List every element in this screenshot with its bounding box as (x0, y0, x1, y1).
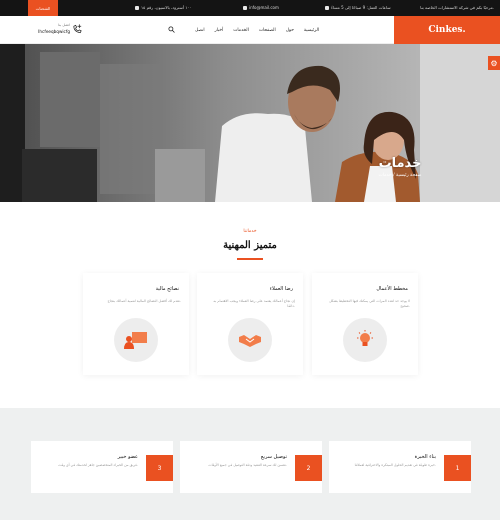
feature-number: 2 (295, 455, 322, 481)
nav-about[interactable]: حول (286, 28, 294, 33)
feature-title: عضو خبير (117, 454, 138, 460)
feature-desc: نضمن لك سرعة التنفيذ ودقة التوصيل في جمي… (208, 463, 287, 467)
nav-news[interactable]: أخبار (215, 28, 224, 33)
clock-icon (325, 5, 329, 10)
service-desc: إن نجاح أعمالك يعتمد على رضا العملاء ويج… (213, 299, 295, 308)
address-text: ١٠٠ أسترود، بالاسيون، رقم ١٥ (141, 5, 192, 10)
nav-pages[interactable]: الصفحات (259, 28, 276, 33)
service-desc: نقدم لك أفضل النصائح المالية لتنمية أعما… (107, 299, 181, 303)
service-title: رضا العملاء (269, 286, 293, 292)
feature-card-experience[interactable]: 1 بناء الخبرة خبرة طويلة في تقديم الحلول… (329, 441, 471, 493)
hero-title: خدمات (378, 156, 422, 171)
service-desc: لا يوجد حد لعدد المرات التي يمكنك فيها ا… (329, 299, 410, 308)
mail-icon (243, 5, 247, 10)
phone-icon (73, 24, 82, 34)
nav-services[interactable]: الخدمات (233, 28, 249, 33)
service-icon-circle (228, 318, 272, 362)
phone-contact[interactable]: اتصل بنا Ihcfeeqbqwicfg (4, 21, 84, 39)
main-nav: الرئيسية حول الصفحات الخدمات أخبار اتصل (195, 16, 319, 44)
service-icon-circle (114, 318, 158, 362)
phone-number[interactable]: Ihcfeeqbqwicfg (38, 29, 70, 34)
topbar-tagline: مرحبًا بكم في شركة الاستشارات الخاصة بنا… (420, 5, 494, 10)
nav-contact[interactable]: اتصل (195, 28, 205, 33)
service-card-customer[interactable]: رضا العملاء إن نجاح أعمالك يعتمد على رضا… (197, 273, 303, 375)
hero-banner: خدمات صفحة رئيسية / خدمات (0, 44, 500, 202)
search-icon[interactable] (168, 26, 175, 33)
presenter-icon (124, 332, 147, 349)
site-header: اتصل بنا Ihcfeeqbqwicfg الرئيسية حول الص… (0, 16, 500, 44)
service-title: مخطط الأعمال (376, 286, 408, 292)
phone-label: اتصل بنا (58, 23, 70, 27)
address-info: ١٠٠ أسترود، بالاسيون، رقم ١٥ (135, 5, 192, 10)
feature-desc: خبرة طويلة في تقديم الحلول المبتكرة والا… (354, 463, 436, 467)
section-tag: خدماتنا (243, 229, 257, 234)
service-card-business[interactable]: مخطط الأعمال لا يوجد حد لعدد المرات التي… (312, 273, 418, 375)
feature-title: بناء الخبرة (414, 454, 436, 460)
shipments-button-label: الشحنات (35, 5, 51, 11)
top-bar: الشحنات ١٠٠ أسترود، بالاسيون، رقم ١٥ inf… (0, 0, 500, 16)
feature-number: 3 (146, 455, 173, 481)
shipments-button[interactable]: الشحنات (28, 0, 58, 16)
feature-desc: فريق من الخبراء المتخصصين جاهز لخدمتك في… (58, 463, 138, 467)
location-icon (135, 5, 139, 10)
brand-name: Cinkes. (428, 25, 466, 35)
service-title: نصائح مالية (155, 286, 179, 292)
hero-photo (0, 44, 500, 202)
feature-card-delivery[interactable]: 2 توصيل سريع نضمن لك سرعة التنفيذ ودقة ا… (180, 441, 322, 493)
bulb-icon (357, 330, 373, 346)
hours-info: ساعات العمل: 9 صباحًا إلى 5 مساءً (325, 5, 391, 10)
hero-breadcrumb[interactable]: صفحة رئيسية / خدمات (350, 173, 450, 178)
feature-title: توصيل سريع (260, 454, 287, 460)
gear-icon[interactable]: ⚙ (488, 56, 500, 70)
brand-logo[interactable]: Cinkes. (394, 16, 500, 44)
nav-home[interactable]: الرئيسية (304, 28, 319, 33)
feature-number: 1 (444, 455, 471, 481)
email-text[interactable]: info@mail.com (249, 5, 279, 10)
title-divider (237, 258, 263, 260)
section-title: متميز المهنية (223, 240, 277, 251)
email-info[interactable]: info@mail.com (243, 5, 279, 10)
service-icon-circle (343, 318, 387, 362)
hours-text: ساعات العمل: 9 صباحًا إلى 5 مساءً (331, 5, 391, 10)
feature-card-expert[interactable]: 3 عضو خبير فريق من الخبراء المتخصصين جاه… (31, 441, 173, 493)
service-card-financial[interactable]: نصائح مالية نقدم لك أفضل النصائح المالية… (83, 273, 189, 375)
handshake-icon (239, 335, 261, 347)
